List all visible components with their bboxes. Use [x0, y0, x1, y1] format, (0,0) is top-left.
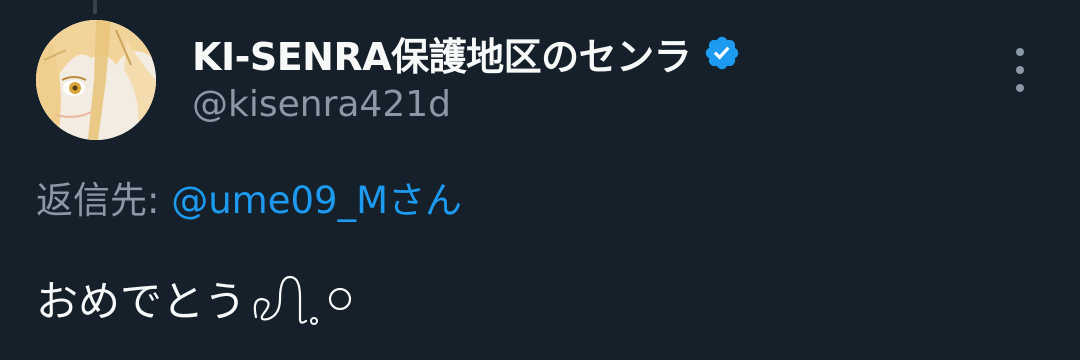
- reply-mention-link[interactable]: @ume09_Mさん: [171, 179, 462, 222]
- more-vertical-icon-dot: [1016, 84, 1024, 92]
- more-vertical-icon-dot: [1016, 66, 1024, 74]
- author-display-name[interactable]: KI-SENRA保護地区のセンラ: [192, 26, 692, 81]
- reply-prefix: 返信先:: [36, 179, 172, 222]
- avatar[interactable]: [36, 20, 156, 140]
- reply-mention-suffix[interactable]: さん: [388, 179, 462, 222]
- ribbon-doodle-icon: [253, 275, 352, 325]
- more-vertical-icon: [1016, 48, 1024, 56]
- tweet-text: おめでとう: [36, 277, 247, 326]
- reply-context: 返信先: @ume09_Mさん: [36, 170, 462, 224]
- verified-badge-icon: [705, 36, 739, 70]
- tweet-body: おめでとう: [36, 268, 360, 329]
- author-handle[interactable]: @kisenra421d: [192, 84, 451, 125]
- thread-connector-line: [93, 0, 97, 14]
- reply-mention-handle[interactable]: @ume09_M: [171, 179, 388, 222]
- more-options-button[interactable]: [1002, 48, 1038, 92]
- avatar-image: [36, 20, 156, 140]
- author-name-row[interactable]: KI-SENRA保護地区のセンラ: [192, 26, 741, 81]
- tweet-card[interactable]: KI-SENRA保護地区のセンラ @kisenra421d 返信先: @ume0…: [0, 0, 1080, 360]
